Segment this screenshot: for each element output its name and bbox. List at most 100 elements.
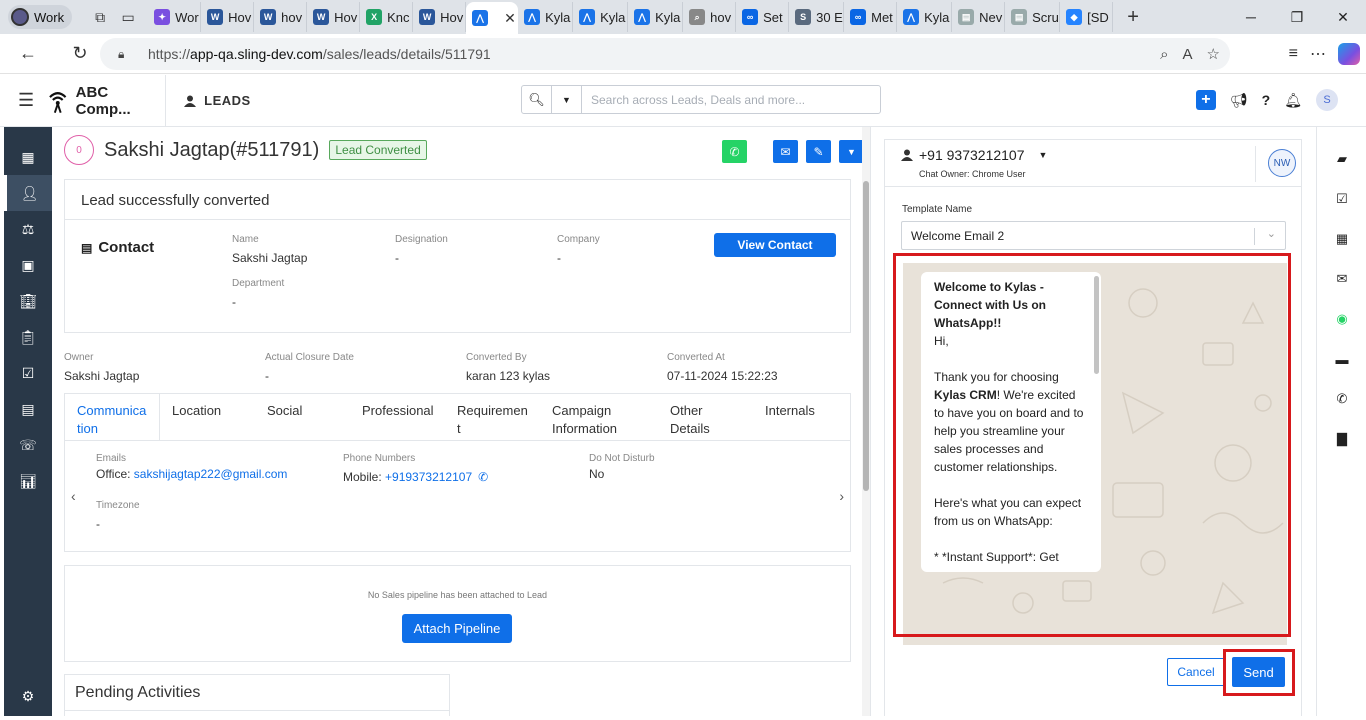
nav-contacts-icon[interactable]: ▣ <box>4 247 52 283</box>
tab-social[interactable]: Social <box>255 394 350 440</box>
nav-clipboard-icon[interactable]: 📋︎ <box>4 319 52 355</box>
tabs-scroll-right-icon[interactable]: › <box>839 488 844 504</box>
search-scope-dropdown[interactable]: ▼ <box>552 86 582 113</box>
copilot-icon[interactable] <box>1338 43 1360 65</box>
tab-requiremen-t[interactable]: Requiremen t <box>445 394 540 440</box>
call-icon[interactable]: ✆ <box>478 470 488 484</box>
tab-location[interactable]: Location <box>160 394 255 440</box>
email-link[interactable]: sakshijagtap222@gmail.com <box>134 467 288 481</box>
browser-tab[interactable]: Whov <box>254 2 308 32</box>
conversion-banner: Lead successfully converted <box>65 180 850 220</box>
more-actions-dropdown[interactable]: ▼ <box>839 140 864 163</box>
chat-bubble-icon[interactable]: ▬ <box>1317 339 1366 379</box>
search-icon[interactable]: 🔍︎ <box>522 86 552 113</box>
notification-bell-icon[interactable]: 🔔︎ <box>1284 92 1302 109</box>
tab-internals[interactable]: Internals <box>753 394 833 440</box>
tab-close-icon[interactable]: ✕ <box>504 10 516 27</box>
nav-reports-icon[interactable]: 📊︎ <box>4 463 52 499</box>
dnd-value: No <box>589 467 605 481</box>
browser-tab[interactable]: ⋀ ✕ <box>466 2 519 34</box>
browser-tab[interactable]: ⋀ Kyla <box>897 2 953 32</box>
whatsapp-icon[interactable]: ◉ <box>1317 299 1366 339</box>
main-scroll-thumb[interactable] <box>863 181 869 491</box>
user-avatar[interactable]: S <box>1316 89 1338 111</box>
nav-deals-icon[interactable]: ⚖︎ <box>4 211 52 247</box>
tabs-scroll-left-icon[interactable]: ‹ <box>71 488 76 504</box>
browser-tab[interactable]: ▤ Scru <box>1005 2 1061 32</box>
template-select[interactable]: Welcome Email 2 ⌄ <box>901 221 1286 250</box>
browser-tab[interactable]: ∞ Met <box>844 2 898 32</box>
browser-tab[interactable]: W Hov <box>307 2 361 32</box>
calendar-icon[interactable]: ▦ <box>1317 219 1366 259</box>
browser-tab[interactable]: S 30 E <box>789 2 845 32</box>
mail-icon[interactable]: ✉ <box>1317 259 1366 299</box>
workspaces-icon[interactable]: ⧉ <box>86 3 114 31</box>
nav-tasks-icon[interactable]: ☑︎ <box>4 355 52 391</box>
browser-tab[interactable]: ▤ Nev <box>952 2 1006 32</box>
task-check-icon[interactable]: ☑︎ <box>1317 179 1366 219</box>
zoom-icon[interactable]: ⌕ <box>1160 46 1168 63</box>
window-close-button[interactable]: ✕ <box>1320 0 1366 34</box>
phone-icon[interactable]: ✆ <box>1317 379 1366 419</box>
url-text[interactable]: https://app-qa.sling-dev.com/sales/leads… <box>148 46 491 62</box>
back-button[interactable]: ← <box>10 36 46 72</box>
folder-icon[interactable]: ▇ <box>1317 419 1366 459</box>
edit-button[interactable]: ✎ <box>806 140 831 163</box>
browser-tab[interactable]: ⋀ Kyla <box>573 2 629 32</box>
company-switcher[interactable]: ABC Comp... <box>48 74 167 127</box>
lock-icon[interactable]: 🔒︎ <box>118 47 138 62</box>
hamburger-menu-icon[interactable]: ☰ <box>18 90 34 111</box>
browser-tab-label: Set <box>763 9 783 25</box>
more-menu-icon[interactable]: ⋯ <box>1310 44 1326 64</box>
tab-actions-icon[interactable]: ▭ <box>114 3 142 31</box>
browser-tab[interactable]: ⌕ hov <box>683 2 737 32</box>
view-contact-button[interactable]: View Contact <box>714 233 836 257</box>
nav-calls-icon[interactable]: ☏ <box>4 427 52 463</box>
browser-tab[interactable]: ⋀ Kyla <box>628 2 684 32</box>
owner-label: Owner <box>64 352 94 363</box>
browser-tab[interactable]: ⋀ Kyla <box>518 2 574 32</box>
search-input[interactable] <box>591 92 871 107</box>
agent-avatar[interactable]: NW <box>1268 149 1296 177</box>
tab-other-details[interactable]: Other Details <box>658 394 753 440</box>
quick-add-button[interactable]: + <box>1195 90 1216 110</box>
address-bar[interactable]: 🔒︎ https://app-qa.sling-dev.com/sales/le… <box>100 38 1230 70</box>
browser-tab[interactable]: X Knc <box>360 2 414 32</box>
minimize-button[interactable]: ─ <box>1228 0 1274 34</box>
main-scrollbar[interactable] <box>862 127 870 716</box>
notes-icon[interactable]: ▰ <box>1317 139 1366 179</box>
reload-button[interactable]: ↻ <box>62 36 98 72</box>
tab-professional[interactable]: Professional <box>350 394 445 440</box>
read-aloud-icon[interactable]: A <box>1183 46 1193 63</box>
profile-button[interactable]: Work <box>8 5 73 29</box>
nav-calendar-icon[interactable]: ▤ <box>4 391 52 427</box>
browser-tab[interactable]: ∞ Set <box>736 2 790 32</box>
nav-settings-icon[interactable]: ⚙ <box>4 678 52 714</box>
tab-campaign-information[interactable]: Campaign Information <box>540 394 658 440</box>
favorite-star-icon[interactable]: ☆ <box>1207 45 1220 63</box>
restore-button[interactable]: ❐ <box>1274 0 1320 34</box>
browser-tab[interactable]: W Hov <box>413 2 467 32</box>
tab-communica-tion[interactable]: Communica tion <box>65 394 160 440</box>
nav-leads-icon[interactable]: 👤︎ <box>4 175 52 211</box>
whatsapp-button[interactable]: ✆ <box>722 140 747 163</box>
new-tab-button[interactable]: + <box>1119 3 1147 31</box>
browser-tab[interactable]: W Hov <box>201 2 255 32</box>
browser-tab[interactable]: ✦ Wor <box>148 2 202 32</box>
favorites-icon[interactable]: ≡ <box>1289 45 1298 63</box>
company-value: - <box>557 251 561 265</box>
announcement-icon[interactable]: 📢︎ <box>1230 92 1248 109</box>
email-type: Office: <box>96 467 134 481</box>
cancel-button[interactable]: Cancel <box>1167 658 1225 686</box>
browser-tab[interactable]: ◆ [SD <box>1060 2 1114 32</box>
phone-link[interactable]: +919373212107 <box>385 470 472 484</box>
template-chevron-icon[interactable]: ⌄ <box>1267 227 1276 240</box>
lead-name: Sakshi Jagtap(#511791) <box>104 138 320 161</box>
nav-dashboard-icon[interactable]: ▦ <box>4 139 52 175</box>
help-icon[interactable]: ? <box>1262 92 1271 108</box>
email-button[interactable]: ✉ <box>773 140 798 163</box>
profile-icon <box>11 8 29 26</box>
phone-dropdown-icon[interactable]: ▼ <box>1039 150 1048 160</box>
attach-pipeline-button[interactable]: Attach Pipeline <box>402 614 512 643</box>
nav-companies-icon[interactable]: 🏢︎ <box>4 283 52 319</box>
